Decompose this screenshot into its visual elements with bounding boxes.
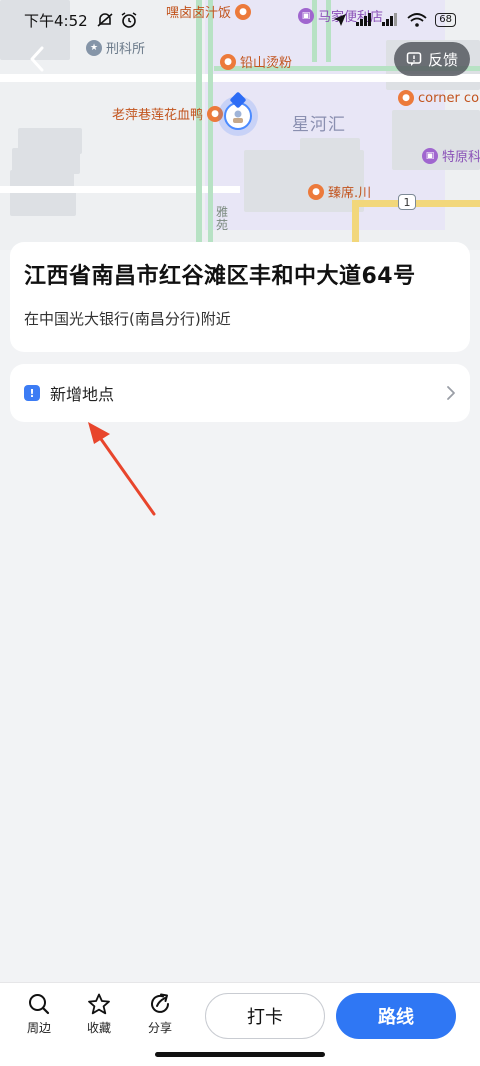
address-title: 江西省南昌市红谷滩区丰和中大道64号 [24,264,416,289]
poi-duck[interactable]: 老萍巷莲花血鸭 ● [112,104,227,123]
signal-icon [382,13,398,26]
poi-snack[interactable]: ● 铅山烫粉 [220,52,292,71]
star-icon [88,993,110,1015]
map-road [352,200,480,207]
map-building [10,190,76,216]
poi-station[interactable]: ★ 刑科所 [86,38,145,57]
route-button[interactable]: 路线 [336,993,456,1039]
checkin-button[interactable]: 打卡 [205,993,325,1039]
share-button[interactable]: 分享 [138,993,182,1036]
location-arrow-icon [334,14,347,26]
battery-level: 68 [435,13,456,27]
wifi-icon [407,13,427,27]
feedback-button[interactable]: 反馈 [393,42,470,76]
avatar-icon [233,110,243,123]
star-icon: ★ [86,39,102,56]
info-icon: ! [24,385,40,401]
home-indicator[interactable] [155,1052,325,1057]
shop-icon: ▣ [422,147,438,164]
add-place-label: 新增地点 [50,385,115,404]
alarm-icon [121,12,137,28]
mute-bell-icon [97,13,113,27]
map-road-label: 雅苑 [216,205,229,232]
status-bar: 下午4:52 68 [0,0,480,40]
poi-corner[interactable]: ● corner co [398,90,479,106]
feedback-label: 反馈 [427,50,458,69]
add-place-button[interactable]: ! 新增地点 [10,364,470,422]
address-card: 江西省南昌市红谷滩区丰和中大道64号 在中国光大银行(南昌分行)附近 [10,242,470,352]
back-button[interactable] [22,44,52,74]
food-icon: ● [308,183,324,200]
chevron-left-icon [30,46,44,72]
food-icon: ● [398,90,414,106]
nearby-button[interactable]: 周边 [17,993,61,1036]
chevron-right-icon [447,386,455,400]
address-nearby: 在中国光大银行(南昌分行)附近 [24,310,231,328]
status-time: 下午4:52 [24,11,88,30]
signal-icon [356,13,372,26]
search-icon [29,994,50,1015]
map-area-label: 星河汇 [292,115,346,135]
route-shield: 1 [398,194,416,210]
poi-special[interactable]: ▣ 特原科 [422,146,480,165]
food-icon: ● [220,53,236,70]
location-pin-icon[interactable] [218,91,258,136]
map-building [300,138,360,178]
share-icon [151,993,169,1013]
favorite-button[interactable]: 收藏 [77,993,121,1036]
poi-zhen[interactable]: ● 臻席.川 [308,182,371,201]
map-road [0,186,240,193]
annotation-arrow-icon [88,422,156,516]
feedback-icon [406,52,422,66]
